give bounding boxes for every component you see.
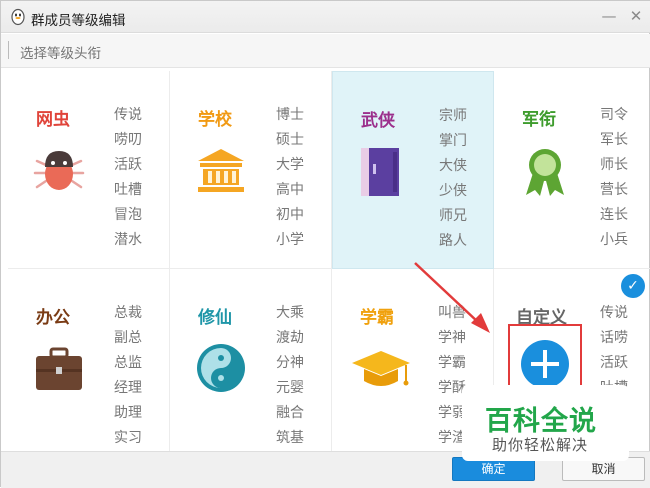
level-item: 传说 xyxy=(114,107,142,123)
category-card-xiuxian[interactable]: 修仙 大乘 渡劫 分神 元婴 融合 筑基 xyxy=(170,269,332,467)
category-name: 办公 xyxy=(36,308,70,328)
level-item: 活跃 xyxy=(114,157,142,173)
level-item: 高中 xyxy=(276,182,304,198)
level-item: 唠叨 xyxy=(114,132,142,148)
category-card-xuexiao[interactable]: 学校 博士 硕士 大学 高中 初中 小学 xyxy=(170,71,332,269)
category-name: 军衔 xyxy=(522,110,556,130)
level-item: 师兄 xyxy=(439,208,467,224)
level-item: 副总 xyxy=(114,330,142,346)
level-item: 学神 xyxy=(438,330,466,346)
level-item: 大学 xyxy=(276,157,304,173)
title-bar[interactable]: 群成员等级编辑 — ✕ xyxy=(1,1,650,33)
category-name: 学校 xyxy=(198,110,232,130)
level-item: 冒泡 xyxy=(114,207,142,223)
level-item: 筑基 xyxy=(276,430,304,446)
close-button[interactable]: ✕ xyxy=(627,7,645,25)
level-item: 话唠 xyxy=(600,330,628,346)
level-item: 实习 xyxy=(114,430,142,446)
level-item: 总监 xyxy=(114,355,142,371)
level-list: 总裁 副总 总监 经理 助理 实习 xyxy=(114,303,154,453)
level-item: 分神 xyxy=(276,355,304,371)
level-item: 大乘 xyxy=(276,305,304,321)
level-item: 元婴 xyxy=(276,380,304,396)
level-item: 小兵 xyxy=(600,232,628,248)
category-name: 修仙 xyxy=(198,308,232,328)
level-item: 融合 xyxy=(276,405,304,421)
level-item: 连长 xyxy=(600,207,628,223)
level-item: 渡劫 xyxy=(276,330,304,346)
qq-penguin-icon xyxy=(11,8,25,26)
level-item: 路人 xyxy=(439,233,467,249)
category-name: 学霸 xyxy=(360,308,394,328)
level-item: 少侠 xyxy=(439,183,467,199)
level-item: 硕士 xyxy=(276,132,304,148)
level-list: 传说 唠叨 活跃 吐槽 冒泡 潜水 xyxy=(114,105,154,255)
selected-check-icon: ✓ xyxy=(621,274,645,298)
level-item: 叫兽 xyxy=(438,305,466,321)
level-item: 初中 xyxy=(276,207,304,223)
level-list: 博士 硕士 大学 高中 初中 小学 xyxy=(276,105,316,255)
book-icon xyxy=(361,148,399,196)
level-list: 司令 军长 师长 营长 连长 小兵 xyxy=(600,105,640,255)
minimize-button[interactable]: — xyxy=(600,7,618,25)
window-title: 群成员等级编辑 xyxy=(31,13,126,29)
section-divider xyxy=(8,41,9,59)
level-item: 掌门 xyxy=(439,133,467,149)
level-item: 潜水 xyxy=(114,232,142,248)
level-item: 师长 xyxy=(600,157,628,173)
watermark-overlay: 百科全说 助你轻松解决 xyxy=(462,385,629,461)
level-item: 营长 xyxy=(600,182,628,198)
taiji-icon xyxy=(197,344,245,392)
category-card-junxian[interactable]: 军衔 司令 军长 师长 营长 连长 小兵 xyxy=(494,71,650,269)
level-item: 小学 xyxy=(276,232,304,248)
level-item: 传说 xyxy=(600,305,628,321)
category-card-bangong[interactable]: 办公 总裁 副总 总监 经理 助理 实习 xyxy=(8,269,170,467)
level-item: 吐槽 xyxy=(114,182,142,198)
level-item: 助理 xyxy=(114,405,142,421)
level-item: 博士 xyxy=(276,107,304,123)
section-title: 选择等级头衔 xyxy=(20,46,101,62)
category-card-wuxia[interactable]: 武侠 宗师 掌门 大侠 少侠 师兄 路人 xyxy=(332,71,494,269)
school-building-icon xyxy=(198,149,244,192)
level-item: 军长 xyxy=(600,132,628,148)
graduation-cap-icon xyxy=(352,351,410,386)
level-item: 总裁 xyxy=(114,305,142,321)
level-list: 宗师 掌门 大侠 少侠 师兄 路人 xyxy=(439,106,479,256)
bug-icon xyxy=(33,151,85,190)
category-card-wangchong[interactable]: 网虫 传说 唠叨 活跃 吐槽 冒泡 潜水 xyxy=(8,71,170,269)
section-header: 选择等级头衔 xyxy=(1,34,650,68)
level-item: 大侠 xyxy=(439,158,467,174)
level-item: 活跃 xyxy=(600,355,628,371)
watermark-subtitle: 助你轻松解决 xyxy=(492,436,589,454)
category-name: 网虫 xyxy=(36,110,70,130)
briefcase-icon xyxy=(36,347,82,390)
level-item: 宗师 xyxy=(439,108,467,124)
dialog-window: 群成员等级编辑 — ✕ 选择等级头衔 网虫 传说 唠叨 活跃 吐槽 冒泡 潜水 … xyxy=(0,0,650,488)
level-item: 学霸 xyxy=(438,355,466,371)
category-name: 武侠 xyxy=(361,111,395,131)
level-list: 大乘 渡劫 分神 元婴 融合 筑基 xyxy=(276,303,316,453)
medal-icon xyxy=(526,149,564,196)
watermark-title: 百科全说 xyxy=(485,406,597,437)
level-item: 经理 xyxy=(114,380,142,396)
level-item: 司令 xyxy=(600,107,628,123)
